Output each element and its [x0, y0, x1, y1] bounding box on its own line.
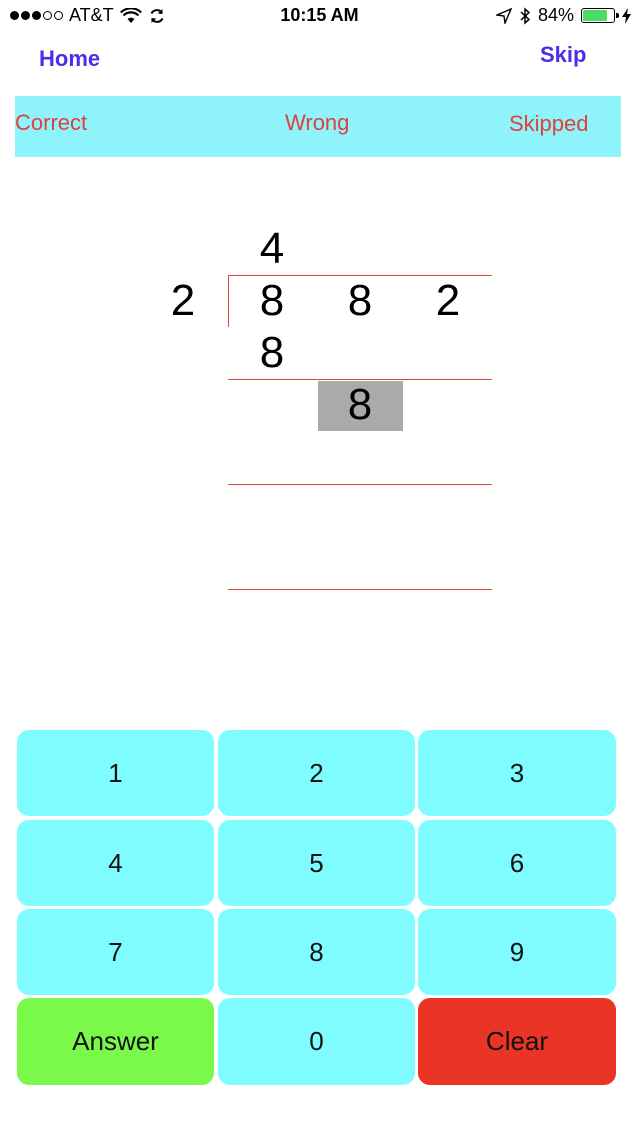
quotient-digit: 4 — [259, 224, 285, 273]
key-6[interactable]: 6 — [418, 820, 616, 906]
charging-bolt-icon — [622, 7, 631, 24]
key-7[interactable]: 7 — [17, 909, 214, 995]
divisor: 2 — [170, 276, 196, 325]
status-bar: AT&T 10:15 AM 84% — [0, 0, 639, 34]
key-3[interactable]: 3 — [418, 730, 616, 816]
skip-button[interactable]: Skip — [540, 42, 586, 68]
home-button[interactable]: Home — [39, 46, 100, 72]
division-bracket — [228, 275, 229, 327]
division-bar — [228, 275, 492, 276]
location-arrow-icon — [495, 7, 512, 24]
key-1[interactable]: 1 — [17, 730, 214, 816]
input-digit: 8 — [347, 380, 373, 429]
battery-percent: 84% — [537, 5, 574, 25]
score-bar: Correct Wrong Skipped — [15, 96, 621, 157]
correct-label: Correct — [15, 110, 88, 135]
key-9[interactable]: 9 — [418, 909, 616, 995]
key-2[interactable]: 2 — [218, 730, 415, 816]
dividend-digit-1: 8 — [259, 276, 285, 325]
clear-button[interactable]: Clear — [418, 998, 616, 1085]
subtraction-line — [228, 589, 492, 590]
division-practice-screen: AT&T 10:15 AM 84% Home Skip Correct Wron… — [0, 0, 639, 1136]
subtraction-line — [228, 484, 492, 485]
key-8[interactable]: 8 — [218, 909, 415, 995]
key-0[interactable]: 0 — [218, 998, 415, 1085]
dividend-digit-3: 2 — [435, 276, 461, 325]
bluetooth-icon — [520, 6, 531, 25]
battery-icon — [581, 8, 619, 23]
key-5[interactable]: 5 — [218, 820, 415, 906]
skipped-label: Skipped — [509, 111, 589, 136]
status-right: 84% — [495, 5, 631, 26]
answer-button[interactable]: Answer — [17, 998, 214, 1085]
dividend-digit-2: 8 — [347, 276, 373, 325]
product-digit: 8 — [259, 328, 285, 377]
wrong-label: Wrong — [285, 110, 350, 135]
key-4[interactable]: 4 — [17, 820, 214, 906]
